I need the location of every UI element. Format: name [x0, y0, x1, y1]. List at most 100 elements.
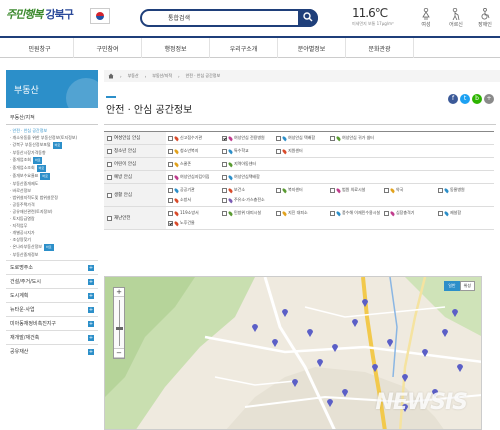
expand-icon[interactable]: +: [88, 348, 94, 355]
option-checkbox[interactable]: [222, 161, 227, 167]
filter-option[interactable]: 여성안심 전용병원: [222, 133, 276, 143]
sidebar-link[interactable]: 건설/주거/도시 +: [6, 274, 98, 288]
filter-category[interactable]: 생활 안심: [104, 184, 166, 206]
nav-item-admin[interactable]: 행정정보: [142, 38, 210, 58]
map-marker-icon[interactable]: [272, 339, 278, 347]
breadcrumb-item-2[interactable]: 부동산/지적: [152, 73, 172, 79]
filter-option[interactable]: 풍수해 이재민수용시설: [330, 208, 384, 218]
filter-option[interactable]: 여성안심지킴이집: [168, 172, 222, 182]
category-checkbox[interactable]: [107, 215, 112, 221]
map-marker-icon[interactable]: [332, 344, 338, 352]
filter-option[interactable]: 여성안심택배함: [222, 172, 276, 182]
zoom-in-button[interactable]: +: [114, 288, 124, 297]
expand-icon[interactable]: +: [88, 264, 94, 271]
sidebar-subitem[interactable]: · 토지등급열람: [10, 215, 94, 222]
sidebar-subitem[interactable]: · 공동주택가격: [10, 201, 94, 208]
sidebar-link[interactable]: 도로명주소 +: [6, 260, 98, 274]
sidebar-subitem[interactable]: · 바로선정보: [10, 187, 94, 194]
sidebar-link[interactable]: 뉴타운·사업 +: [6, 302, 98, 316]
filter-option[interactable]: 공공기관: [168, 185, 222, 195]
filter-option[interactable]: 119소방서: [168, 208, 222, 218]
category-checkbox[interactable]: [107, 192, 112, 198]
option-checkbox[interactable]: [222, 148, 227, 154]
map-marker-icon[interactable]: [442, 329, 448, 337]
zoom-out-button[interactable]: −: [114, 349, 124, 358]
map-marker-icon[interactable]: [352, 319, 358, 327]
filter-option[interactable]: 지원센터: [276, 146, 330, 156]
nav-item-fields[interactable]: 분야별정보: [278, 38, 346, 58]
map-marker-icon[interactable]: [457, 364, 463, 372]
option-checkbox[interactable]: [276, 210, 281, 216]
filter-option[interactable]: 소방서: [168, 195, 222, 205]
filter-option[interactable]: 심장충격기: [384, 208, 438, 218]
map-marker-icon[interactable]: [317, 359, 323, 367]
filter-option[interactable]: 복지센터: [276, 185, 330, 195]
filter-option[interactable]: 지진 대피소: [276, 208, 330, 218]
map-marker-icon[interactable]: [307, 329, 313, 337]
filter-option[interactable]: 제설함: [438, 208, 492, 218]
home-icon[interactable]: [108, 73, 114, 79]
sidebar-link[interactable]: 공유재산 +: [6, 344, 98, 358]
option-checkbox[interactable]: [168, 210, 173, 216]
sidebar-subitem[interactable]: · 온나라부동산정보 바로: [10, 243, 94, 251]
nav-item-participation[interactable]: 구민참여: [74, 38, 142, 58]
category-checkbox[interactable]: [107, 148, 112, 154]
share-icon[interactable]: b: [472, 94, 482, 104]
option-checkbox[interactable]: [438, 187, 443, 193]
category-checkbox[interactable]: [107, 135, 112, 141]
filter-category[interactable]: 여성안심 안심: [104, 132, 166, 144]
sidebar-subitem[interactable]: · 강북구 부동산정보포털 바로: [10, 141, 94, 149]
sidebar-subitem[interactable]: · 지적업무: [10, 222, 94, 229]
sidebar-subitem[interactable]: · 범위설지적도및 범위설문정: [10, 194, 94, 201]
option-checkbox[interactable]: [168, 187, 173, 193]
map-marker-icon[interactable]: [387, 339, 393, 347]
option-checkbox[interactable]: [168, 174, 173, 180]
sidebar-subitem[interactable]: · 부동산중개제도: [10, 180, 94, 187]
sidebar-subitem[interactable]: · 개소유동을 위한 부동산정보(토지정보): [10, 134, 94, 141]
option-checkbox[interactable]: [222, 197, 227, 203]
share-icon[interactable]: +: [484, 94, 494, 104]
option-checkbox[interactable]: [168, 161, 173, 167]
share-icon[interactable]: t: [460, 94, 470, 104]
sidebar-subitem[interactable]: · 중개업소조회 바로: [10, 164, 94, 172]
filter-option[interactable]: 여성안심 택배함: [276, 133, 330, 143]
sidebar-section-label[interactable]: 부동산/지적: [6, 108, 98, 125]
sidebar-subitem[interactable]: · 부동산시장가격동향: [10, 149, 94, 156]
option-checkbox[interactable]: [330, 187, 335, 193]
option-checkbox[interactable]: [168, 197, 173, 203]
nav-item-culture[interactable]: 문화관광: [346, 38, 414, 58]
option-checkbox[interactable]: [276, 148, 281, 154]
filter-option[interactable]: 스쿨존: [168, 159, 222, 169]
option-checkbox[interactable]: [222, 174, 227, 180]
search-box[interactable]: 통합검색: [140, 9, 318, 27]
option-checkbox[interactable]: [384, 210, 389, 216]
sidebar-subitem[interactable]: · 개별공시지가: [10, 229, 94, 236]
woman-link[interactable]: 여성: [414, 8, 438, 28]
map-marker-icon[interactable]: [282, 309, 288, 317]
option-checkbox[interactable]: [330, 135, 335, 141]
filter-option[interactable]: 주유소·가스충전소: [222, 195, 276, 205]
expand-icon[interactable]: +: [88, 334, 94, 341]
filter-option[interactable]: 민방위 대피시설: [222, 208, 276, 218]
expand-icon[interactable]: +: [88, 306, 94, 313]
expand-icon[interactable]: +: [88, 292, 94, 299]
zoom-slider[interactable]: [114, 297, 124, 349]
filter-option[interactable]: 신고접수기관: [168, 133, 222, 143]
filter-option[interactable]: 약국: [384, 185, 438, 195]
zoom-handle[interactable]: [116, 327, 123, 330]
filter-category[interactable]: 청소년 안심: [104, 145, 166, 157]
filter-option[interactable]: 범원 의료시설: [330, 185, 384, 195]
nav-item-about[interactable]: 우리구소개: [210, 38, 278, 58]
expand-icon[interactable]: +: [88, 278, 94, 285]
option-checkbox[interactable]: [222, 210, 227, 216]
option-checkbox[interactable]: [438, 210, 443, 216]
filter-option[interactable]: 청소년복지: [168, 146, 222, 156]
share-icon[interactable]: f: [448, 94, 458, 104]
sidebar-subitem[interactable]: · 조상땅찾기: [10, 236, 94, 243]
breadcrumb-item-1[interactable]: 부동산: [128, 73, 139, 79]
filter-option[interactable]: 노후건물: [168, 218, 222, 228]
option-checkbox[interactable]: [168, 220, 173, 226]
filter-category[interactable]: 어린이 안심: [104, 158, 166, 170]
category-checkbox[interactable]: [107, 161, 112, 167]
option-checkbox[interactable]: [330, 210, 335, 216]
